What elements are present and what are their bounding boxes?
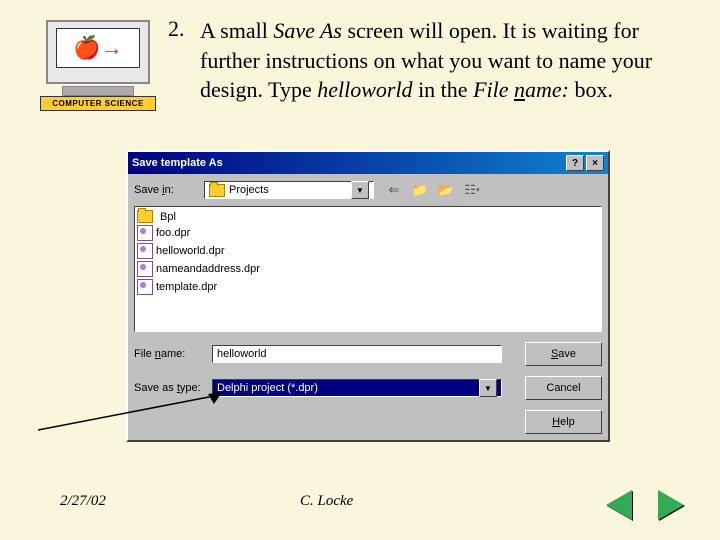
list-item[interactable]: helloworld.dpr bbox=[137, 242, 599, 260]
list-item[interactable]: nameandaddress.dpr bbox=[137, 260, 599, 278]
list-item[interactable]: foo.dpr bbox=[137, 224, 599, 242]
slide-nav bbox=[606, 490, 690, 520]
monitor-screen: 🍎→ bbox=[56, 28, 140, 68]
chevron-down-icon[interactable]: ▼ bbox=[479, 379, 497, 397]
help-titlebar-button[interactable]: ? bbox=[566, 155, 584, 171]
save-as-type-combo[interactable]: Delphi project (*.dpr) ▼ bbox=[212, 379, 502, 397]
file-icon bbox=[137, 279, 153, 295]
view-icon[interactable]: ☷▾ bbox=[462, 180, 482, 200]
file-icon bbox=[137, 225, 153, 241]
monitor-base bbox=[62, 86, 134, 96]
footer-author: C. Locke bbox=[300, 493, 353, 510]
help-button[interactable]: Help bbox=[525, 410, 602, 434]
back-icon[interactable]: ⇐ bbox=[384, 180, 404, 200]
list-item[interactable]: Bpl bbox=[137, 209, 599, 224]
dialog-title: Save template As bbox=[132, 157, 564, 169]
file-name-italic: File name: bbox=[473, 77, 569, 102]
cancel-button[interactable]: Cancel bbox=[525, 376, 602, 400]
logo-label: COMPUTER SCIENCE bbox=[40, 96, 156, 111]
instruction-text: A small Save As screen will open. It is … bbox=[200, 16, 660, 105]
file-name-label: File name: bbox=[134, 348, 204, 360]
close-button[interactable]: × bbox=[586, 155, 604, 171]
step-number: 2. bbox=[168, 16, 185, 42]
save-in-label: Save in: bbox=[134, 184, 204, 196]
save-as-type-label: Save as type: bbox=[134, 382, 204, 394]
monitor-icon: 🍎→ bbox=[46, 20, 150, 84]
file-icon bbox=[137, 261, 153, 277]
up-folder-icon[interactable]: 📁 bbox=[410, 180, 430, 200]
footer-date: 2/27/02 bbox=[60, 493, 106, 510]
dialog-toolbar: ⇐ 📁 📂 ☷▾ bbox=[384, 180, 482, 200]
folder-icon bbox=[137, 210, 153, 223]
folder-icon bbox=[209, 184, 225, 197]
file-icon bbox=[137, 243, 153, 259]
file-name-input[interactable]: helloworld bbox=[212, 345, 502, 363]
next-slide-button[interactable] bbox=[650, 490, 690, 520]
save-in-combo[interactable]: Projects ▼ bbox=[204, 181, 374, 199]
save-in-value: Projects bbox=[229, 184, 269, 196]
new-folder-icon[interactable]: 📂 bbox=[436, 180, 456, 200]
save-as-dialog: Save template As ? × Save in: Projects ▼… bbox=[126, 150, 610, 442]
list-item[interactable]: template.dpr bbox=[137, 278, 599, 296]
prev-slide-button[interactable] bbox=[606, 490, 646, 520]
save-button[interactable]: Save bbox=[525, 342, 602, 366]
file-list[interactable]: Bpl foo.dpr helloworld.dpr nameandaddres… bbox=[134, 206, 602, 332]
helloworld-italic: helloworld bbox=[317, 77, 412, 102]
computer-science-logo: 🍎→ COMPUTER SCIENCE bbox=[40, 20, 156, 110]
dialog-titlebar[interactable]: Save template As ? × bbox=[128, 152, 608, 174]
chevron-down-icon[interactable]: ▼ bbox=[351, 181, 369, 199]
saveas-italic: Save As bbox=[273, 18, 342, 43]
